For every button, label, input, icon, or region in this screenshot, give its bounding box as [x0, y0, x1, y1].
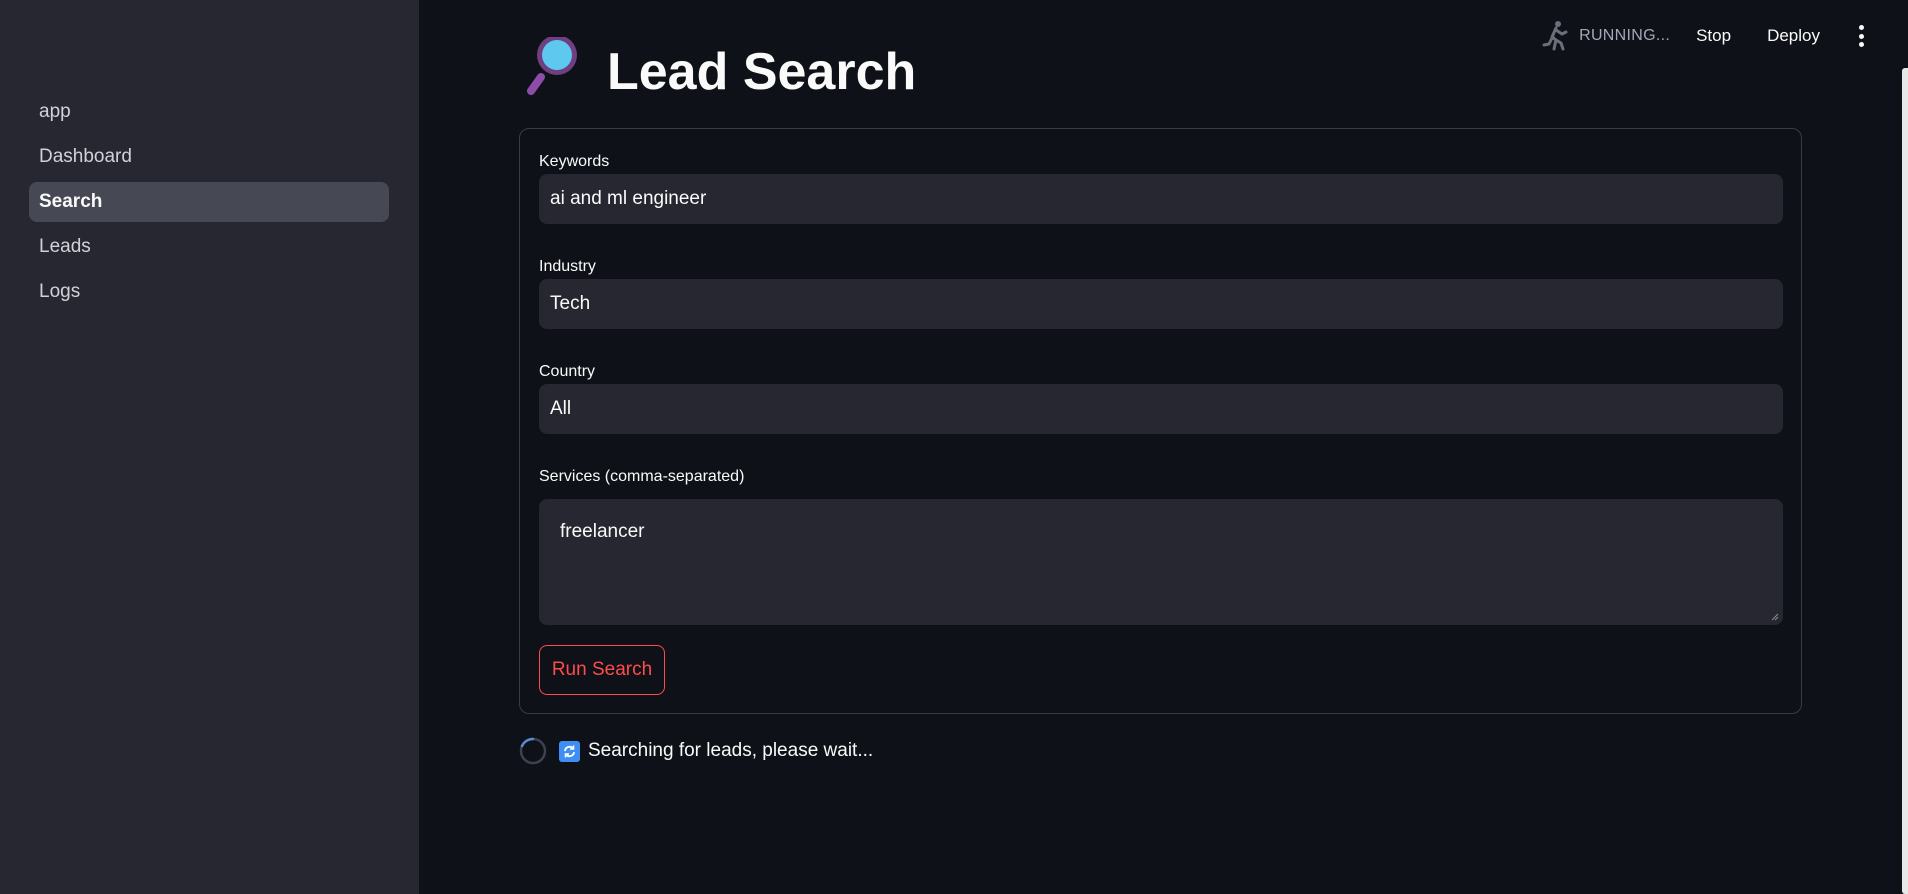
deploy-button[interactable]: Deploy: [1767, 26, 1820, 46]
sidebar-item-leads[interactable]: Leads: [29, 227, 389, 267]
industry-input[interactable]: Tech: [539, 279, 1783, 329]
app-toolbar: RUNNING... Stop Deploy: [1541, 18, 1876, 54]
sidebar: app Dashboard Search Leads Logs: [0, 0, 419, 894]
vertical-dots-icon[interactable]: [1856, 25, 1866, 47]
sidebar-item-search[interactable]: Search: [29, 182, 389, 222]
industry-label: Industry: [539, 258, 596, 275]
page-header: Lead Search: [527, 30, 916, 106]
search-form: Keywords ai and ml engineer Industry Tec…: [519, 128, 1802, 714]
magnifying-glass-icon: [527, 37, 577, 95]
spinner-icon: [519, 737, 547, 765]
sidebar-item-app[interactable]: app: [29, 92, 389, 132]
sidebar-item-dashboard[interactable]: Dashboard: [29, 137, 389, 177]
keywords-input[interactable]: ai and ml engineer: [539, 174, 1783, 224]
sidebar-item-logs[interactable]: Logs: [29, 272, 389, 312]
keywords-label: Keywords: [539, 153, 610, 170]
page-title: Lead Search: [607, 43, 917, 101]
resize-grip-icon[interactable]: [1769, 611, 1779, 621]
running-status: RUNNING...: [1579, 27, 1671, 44]
refresh-icon: [559, 740, 580, 762]
run-search-button[interactable]: Run Search: [539, 645, 665, 695]
sidebar-nav: app Dashboard Search Leads Logs: [29, 92, 389, 317]
services-textarea[interactable]: freelancer: [539, 499, 1783, 625]
main-content: RUNNING... Stop Deploy Lead Search Keywo…: [419, 0, 1908, 894]
services-label: Services (comma-separated): [539, 468, 745, 485]
stop-button[interactable]: Stop: [1696, 26, 1731, 46]
loading-message: Searching for leads, please wait...: [588, 740, 874, 761]
country-input[interactable]: All: [539, 384, 1783, 434]
running-man-icon: [1542, 21, 1568, 51]
main-scrollbar[interactable]: [1902, 68, 1908, 894]
services-value: freelancer: [560, 521, 645, 542]
loading-status: Searching for leads, please wait...: [519, 736, 873, 766]
country-label: Country: [539, 363, 596, 380]
